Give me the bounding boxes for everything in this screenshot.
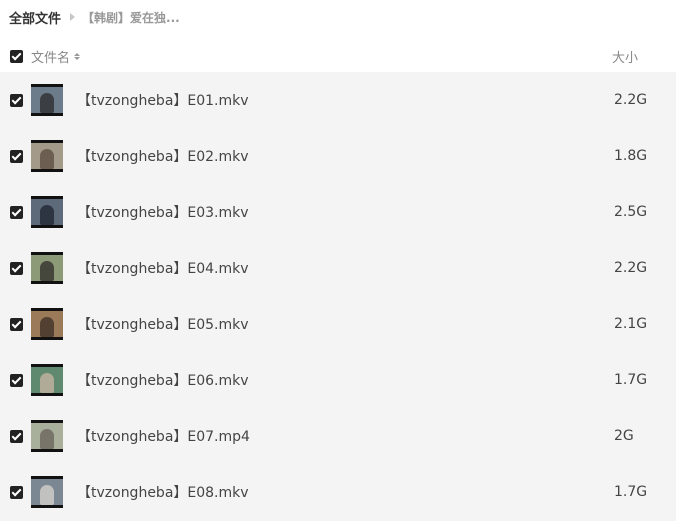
file-name[interactable]: 【tvzongheba】E07.mp4 (77, 426, 250, 446)
file-name[interactable]: 【tvzongheba】E01.mkv (77, 90, 249, 110)
file-row-checkbox[interactable] (10, 149, 23, 163)
file-row[interactable]: 【tvzongheba】E02.mkv 1.8G (0, 128, 676, 184)
breadcrumb-root-link[interactable]: 全部文件 (9, 8, 61, 27)
file-row[interactable]: 【tvzongheba】E01.mkv 2.2G (0, 72, 676, 128)
file-row-checkbox[interactable] (10, 261, 23, 275)
file-row[interactable]: 【tvzongheba】E07.mp4 2G (0, 408, 676, 464)
file-size: 1.8G (614, 148, 648, 164)
video-thumbnail[interactable] (31, 308, 63, 340)
file-list-header: 文件名 大小 (0, 40, 676, 72)
file-row-checkbox[interactable] (10, 93, 23, 107)
video-thumbnail[interactable] (31, 84, 63, 116)
video-thumbnail[interactable] (31, 420, 63, 452)
file-row[interactable]: 【tvzongheba】E04.mkv 2.2G (0, 240, 676, 296)
file-name[interactable]: 【tvzongheba】E02.mkv (77, 146, 249, 166)
file-name[interactable]: 【tvzongheba】E03.mkv (77, 202, 249, 222)
file-name[interactable]: 【tvzongheba】E04.mkv (77, 258, 249, 278)
file-name[interactable]: 【tvzongheba】E08.mkv (77, 482, 249, 502)
breadcrumb-separator-icon (70, 13, 76, 21)
video-thumbnail[interactable] (31, 476, 63, 508)
file-size: 2.2G (614, 260, 648, 276)
column-header-name-label: 文件名 (31, 50, 71, 66)
video-thumbnail[interactable] (31, 196, 63, 228)
column-header-name[interactable]: 文件名 (31, 47, 81, 66)
select-all-checkbox[interactable] (10, 49, 23, 63)
file-row[interactable]: 【tvzongheba】E05.mkv 2.1G (0, 296, 676, 352)
file-list: 【tvzongheba】E01.mkv 2.2G 【tvzongheba】E02.m… (0, 72, 676, 521)
breadcrumb: 全部文件 【韩剧】爱在独... (9, 7, 180, 27)
file-name[interactable]: 【tvzongheba】E05.mkv (77, 314, 249, 334)
file-row[interactable]: 【tvzongheba】E06.mkv 1.7G (0, 352, 676, 408)
file-row-checkbox[interactable] (10, 205, 23, 219)
file-row[interactable]: 【tvzongheba】E03.mkv 2.5G (0, 184, 676, 240)
video-thumbnail[interactable] (31, 140, 63, 172)
sort-icon[interactable] (74, 52, 81, 60)
breadcrumb-current-folder: 【韩剧】爱在独... (82, 10, 180, 25)
file-size: 2.5G (614, 204, 648, 220)
video-thumbnail[interactable] (31, 364, 63, 396)
file-name[interactable]: 【tvzongheba】E06.mkv (77, 370, 249, 390)
file-size: 2G (614, 428, 634, 444)
file-size: 1.7G (614, 484, 648, 500)
file-size: 1.7G (614, 372, 648, 388)
file-row[interactable]: 【tvzongheba】E08.mkv 1.7G (0, 464, 676, 520)
file-row-checkbox[interactable] (10, 485, 23, 499)
column-header-size[interactable]: 大小 (612, 47, 638, 66)
file-size: 2.2G (614, 92, 648, 108)
file-row-checkbox[interactable] (10, 429, 23, 443)
video-thumbnail[interactable] (31, 252, 63, 284)
file-row-checkbox[interactable] (10, 317, 23, 331)
file-size: 2.1G (614, 316, 648, 332)
file-row-checkbox[interactable] (10, 373, 23, 387)
